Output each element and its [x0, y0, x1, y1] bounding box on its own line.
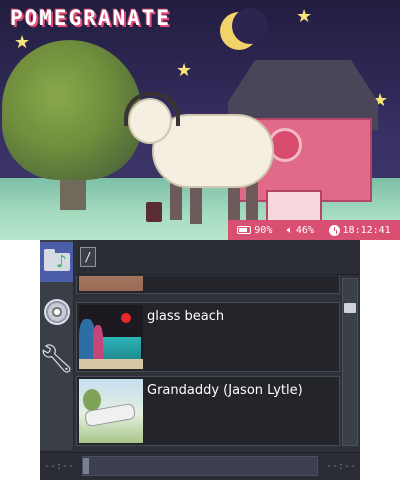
- time-status: 18:12:41: [328, 224, 391, 236]
- album-art-sand: [79, 359, 143, 369]
- album-art-partial: [79, 276, 143, 291]
- willow-tree: [2, 40, 142, 180]
- top-screen: ★ ★ ★ ★ ✦ ✦ ✦ ✦ ✦ ✦ POMEGRANATE 90% 🔈︎ 4…: [0, 0, 400, 240]
- path-bar: /: [76, 240, 360, 275]
- time-value: 18:12:41: [342, 224, 391, 236]
- album-art-plant: [93, 325, 103, 359]
- star-icon: ★: [296, 6, 313, 27]
- bottom-screen: ♪ 🔧︎ / glass beach Grandaddy (Jason Lytl…: [40, 240, 360, 480]
- list-item[interactable]: Grandaddy (Jason Lytle): [76, 376, 340, 446]
- progress-bar[interactable]: [82, 456, 318, 476]
- wrench-icon: 🔧︎: [40, 341, 75, 375]
- sidebar-item-settings[interactable]: 🔧︎: [40, 338, 75, 378]
- album-art-glass-beach: [79, 305, 143, 369]
- list-item-title: Grandaddy (Jason Lytle): [147, 383, 303, 398]
- app-logo: POMEGRANATE: [10, 6, 172, 30]
- total-time: --:--: [325, 461, 356, 472]
- battery-icon: [237, 226, 252, 234]
- volume-status: 🔈︎ 46%: [287, 225, 314, 236]
- list-item[interactable]: glass beach: [76, 302, 340, 372]
- album-art-red-dot: [121, 313, 131, 323]
- headphones-icon: [124, 92, 180, 126]
- elapsed-time: --:--: [44, 461, 75, 472]
- status-bar: 90% 🔈︎ 46% 18:12:41: [228, 220, 400, 240]
- album-art-grandaddy: [79, 379, 143, 443]
- music-note-icon: ♪: [56, 252, 67, 272]
- playback-bar: --:-- --:--: [40, 452, 360, 480]
- music-player-icon: [146, 202, 162, 222]
- list-item[interactable]: [76, 276, 340, 294]
- sidebar: ♪ 🔧︎: [40, 240, 74, 450]
- current-path[interactable]: /: [80, 247, 96, 267]
- battery-value: 90%: [254, 224, 273, 236]
- star-icon: ★: [176, 60, 193, 81]
- sidebar-item-now-playing[interactable]: [40, 292, 73, 332]
- file-list: glass beach Grandaddy (Jason Lytle): [76, 276, 340, 450]
- moon-shadow: [232, 8, 268, 44]
- volume-value: 46%: [295, 224, 314, 236]
- battery-status: 90%: [237, 225, 272, 236]
- scrollbar[interactable]: [342, 278, 358, 446]
- speaker-icon: 🔈︎: [286, 224, 293, 236]
- list-item-title: glass beach: [147, 309, 225, 324]
- sidebar-item-music[interactable]: ♪: [40, 242, 73, 282]
- disc-icon: [43, 299, 70, 325]
- star-icon: ★: [14, 32, 31, 53]
- album-art-tree: [83, 389, 101, 411]
- progress-knob[interactable]: [83, 458, 89, 474]
- scrollbar-thumb[interactable]: [344, 303, 356, 313]
- clock-icon: [328, 224, 340, 236]
